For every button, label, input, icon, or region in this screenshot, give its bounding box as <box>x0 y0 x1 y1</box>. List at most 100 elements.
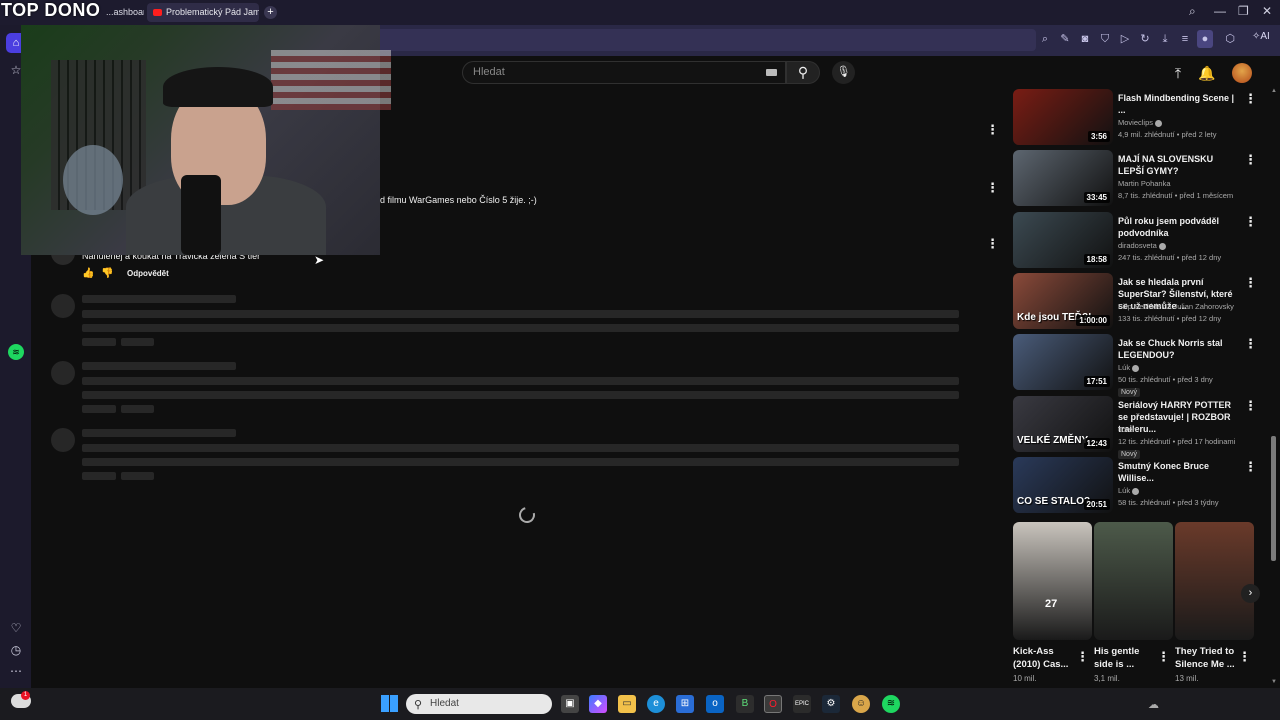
more-icon[interactable]: ⋯ <box>8 663 24 679</box>
video-title[interactable]: Flash Mindbending Scene | ... <box>1118 92 1240 116</box>
skeleton-line <box>82 472 116 480</box>
like-icon[interactable]: 👍 <box>82 268 94 279</box>
more-options-icon[interactable]: ⋮ <box>986 180 999 196</box>
more-options-icon[interactable]: ⋮ <box>1244 398 1257 414</box>
scroll-up-arrow[interactable]: ▲ <box>1271 88 1277 94</box>
skeleton-line <box>82 362 236 370</box>
avatar[interactable] <box>1232 63 1252 83</box>
play-icon[interactable]: ▷ <box>1119 33 1131 45</box>
channel-name[interactable]: Toren <box>1118 424 1244 436</box>
short-thumbnail[interactable] <box>1094 522 1173 640</box>
channel-name[interactable]: diradosveta <box>1118 240 1244 252</box>
scroll-down-arrow[interactable]: ▼ <box>1271 679 1277 685</box>
skeleton-line <box>121 472 154 480</box>
more-options-icon[interactable]: ⋮ <box>986 122 999 138</box>
tab-label: Problematický Pád James <box>166 7 259 17</box>
video-thumbnail[interactable]: 33:45 <box>1013 150 1113 206</box>
short-title[interactable]: They Tried to Silence Me ... <box>1175 645 1239 671</box>
copilot-icon[interactable]: ◆ <box>589 695 607 713</box>
refresh-icon[interactable]: ↻ <box>1139 33 1151 45</box>
more-options-icon[interactable]: ⋮ <box>1076 649 1089 665</box>
video-thumbnail[interactable]: CO SE STALO? 20:51 <box>1013 457 1113 513</box>
short-thumbnail[interactable] <box>1175 522 1254 640</box>
maximize-button[interactable]: ❐ <box>1238 4 1249 18</box>
more-options-icon[interactable]: ⋮ <box>1244 214 1257 230</box>
scrollbar-thumb[interactable] <box>1271 436 1276 561</box>
chevron-right-icon[interactable]: › <box>1241 584 1260 603</box>
more-options-icon[interactable]: ⋮ <box>1244 336 1257 352</box>
shield-icon[interactable]: ⛉ <box>1099 33 1111 45</box>
tab-dashboard[interactable]: ...ashboard <box>100 3 144 22</box>
opera-icon[interactable]: O <box>764 695 782 713</box>
video-thumbnail[interactable]: 18:58 <box>1013 212 1113 268</box>
short-title[interactable]: Kick-Ass (2010) Cas... <box>1013 645 1077 671</box>
edit-icon[interactable]: ✎ <box>1059 33 1071 45</box>
taskbar-search-input[interactable]: Hledat <box>406 694 552 714</box>
video-title[interactable]: Půl roku jsem podváděl podvodníka <box>1118 215 1240 239</box>
video-thumbnail[interactable]: Kde jsou TEĎ?! 1:00:00 <box>1013 273 1113 329</box>
more-options-icon[interactable]: ⋮ <box>1244 459 1257 475</box>
store-icon[interactable]: ⊞ <box>676 695 694 713</box>
video-thumbnail[interactable]: 17:51 <box>1013 334 1113 390</box>
more-options-icon[interactable]: ⋮ <box>1244 152 1257 168</box>
steam-icon[interactable]: ⚙ <box>822 695 840 713</box>
video-title[interactable]: MAJÍ NA SLOVENSKU LEPŠÍ GYMY? <box>1118 153 1240 177</box>
mic-icon[interactable]: 🎙 <box>832 61 855 84</box>
search-button[interactable]: ⚲ <box>786 61 820 84</box>
skeleton-line <box>82 377 959 385</box>
ai-button[interactable]: ✧AI <box>1252 31 1270 42</box>
spotify-icon[interactable]: ≋ <box>8 344 24 360</box>
menu-icon[interactable]: ≡ <box>1179 33 1191 45</box>
channel-name[interactable]: Lúk <box>1118 485 1244 497</box>
search-icon[interactable]: ⌕ <box>1039 33 1051 45</box>
video-thumbnail[interactable]: VELKÉ ZMĚNY 12:43 <box>1013 396 1113 452</box>
b-app-icon[interactable]: B <box>736 695 754 713</box>
close-window-button[interactable]: ✕ <box>1262 4 1272 18</box>
search-input[interactable]: Hledat <box>462 61 786 84</box>
more-options-icon[interactable]: ⋮ <box>1244 91 1257 107</box>
channel-name[interactable]: Lúk <box>1118 362 1244 374</box>
video-meta: 50 tis. zhlédnutí • před 3 dny <box>1118 375 1213 384</box>
windows-start-icon[interactable] <box>381 695 398 712</box>
bell-icon[interactable]: 🔔 <box>1198 64 1216 82</box>
epic-games-icon[interactable]: EPIC <box>793 695 811 713</box>
new-tab-button[interactable]: + <box>264 6 277 19</box>
upload-icon[interactable]: ⤒ <box>1169 64 1187 82</box>
video-thumbnail[interactable]: 3:56 <box>1013 89 1113 145</box>
task-view-icon[interactable]: ▣ <box>561 695 579 713</box>
more-options-icon[interactable]: ⋮ <box>1244 275 1257 291</box>
edge-icon[interactable]: e <box>647 695 665 713</box>
channel-name[interactable]: Movieclips <box>1118 117 1244 129</box>
short-thumbnail[interactable]: 27 <box>1013 522 1092 640</box>
app-icon[interactable]: ☺ <box>852 695 870 713</box>
history-icon[interactable]: ◷ <box>8 642 24 658</box>
short-title[interactable]: His gentle side is ... <box>1094 645 1158 671</box>
ai-label: AI <box>1260 31 1270 42</box>
dislike-icon[interactable]: 👎 <box>101 268 113 279</box>
video-title[interactable]: Smutný Konec Bruce Willise... <box>1118 460 1240 484</box>
channel-name[interactable]: Filip Nesládek a Julian Zahorovsky <box>1118 301 1244 313</box>
search-tabs-icon[interactable]: ⌕ <box>1189 4 1196 19</box>
camera-icon[interactable]: ◙ <box>1079 33 1091 45</box>
file-explorer-icon[interactable]: ▭ <box>618 695 636 713</box>
heart-icon[interactable]: ♡ <box>8 620 24 636</box>
video-meta: 133 tis. zhlédnutí • před 12 dny <box>1118 314 1222 323</box>
spotify-icon[interactable]: ≋ <box>882 695 900 713</box>
tab-active-youtube[interactable]: Problematický Pád James <box>147 3 259 22</box>
keyboard-icon[interactable] <box>766 69 777 76</box>
skeleton-line <box>121 338 154 346</box>
reply-button[interactable]: Odpovědět <box>127 269 169 278</box>
more-options-icon[interactable]: ⋮ <box>1238 649 1251 665</box>
tray-icon[interactable]: ☁ <box>1148 698 1159 711</box>
more-options-icon[interactable]: ⋮ <box>986 236 999 252</box>
skeleton-line <box>82 391 959 399</box>
extensions-icon[interactable]: ⬡ <box>1224 33 1236 45</box>
minimize-button[interactable]: — <box>1214 4 1226 18</box>
stream-overlay-title: TOP DONO <box>1 0 101 20</box>
download-icon[interactable]: ⤓ <box>1159 33 1171 45</box>
channel-name[interactable]: Martin Pohanka <box>1118 178 1244 190</box>
video-title[interactable]: Jak se Chuck Norris stal LEGENDOU? <box>1118 337 1240 361</box>
outlook-icon[interactable]: o <box>706 695 724 713</box>
verified-icon <box>1155 119 1163 127</box>
more-options-icon[interactable]: ⋮ <box>1157 649 1170 665</box>
